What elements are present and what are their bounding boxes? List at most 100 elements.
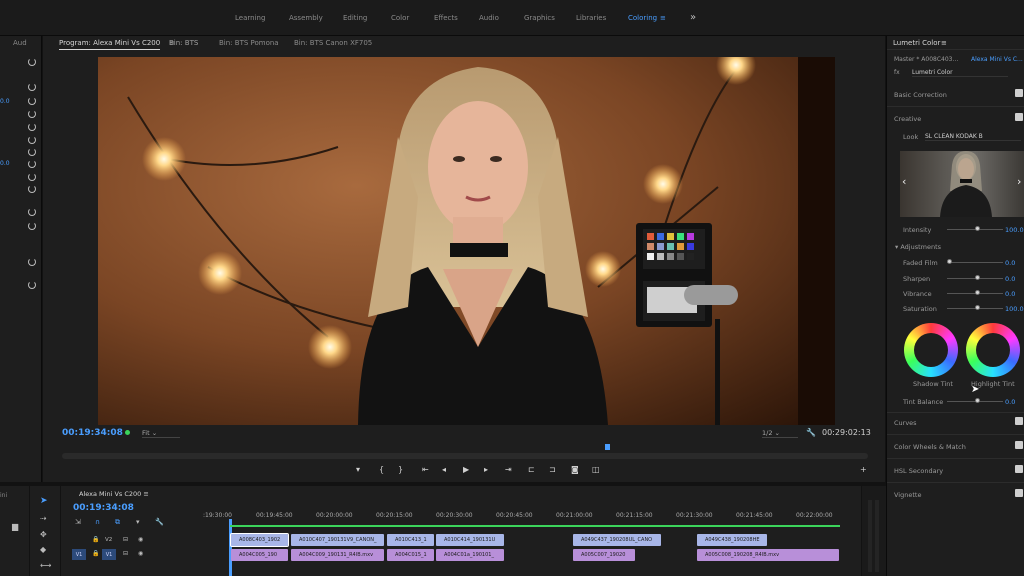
eye-icon[interactable]: ◉ <box>138 536 143 543</box>
tint-balance-value[interactable]: 0.0 <box>1005 398 1015 406</box>
reset-icon[interactable] <box>28 123 36 131</box>
current-timecode[interactable]: 00:19:34:08 <box>62 428 123 438</box>
reset-icon[interactable] <box>28 281 36 289</box>
wrench-icon[interactable]: 🔧 <box>806 428 816 437</box>
look-preview-thumbnail[interactable]: ‹ › <box>900 151 1024 217</box>
look-select[interactable]: SL CLEAN KODAK B <box>925 133 1021 141</box>
highlight-tint-wheel[interactable] <box>966 323 1020 377</box>
hsl-secondary-checkbox[interactable] <box>1015 465 1023 473</box>
sharpen-slider-knob[interactable] <box>975 275 980 280</box>
lumetri-menu-icon[interactable]: ≡ <box>941 39 947 47</box>
sync-lock-icon[interactable]: ⊟ <box>123 550 128 557</box>
lift-icon[interactable]: ⊏ <box>528 465 535 474</box>
clip-v2[interactable]: A010C407_190131V9_CANON_ <box>291 534 384 546</box>
selection-tool-icon[interactable]: ➤ <box>40 496 48 506</box>
vignette-header[interactable]: Vignette <box>894 491 921 499</box>
clip-v2[interactable]: A049C437_190208UL_CANO <box>573 534 661 546</box>
reset-icon[interactable] <box>28 83 36 91</box>
clip-v1[interactable]: A004C005_190 <box>231 549 288 561</box>
effect-select[interactable]: Lumetri Color <box>912 69 1008 77</box>
step-forward-icon[interactable]: ▸ <box>484 465 488 474</box>
creative-header[interactable]: Creative <box>894 115 921 123</box>
next-look-icon[interactable]: › <box>1017 175 1021 188</box>
sync-lock-icon[interactable]: ⊟ <box>123 536 128 543</box>
project-tab[interactable]: ini <box>0 492 7 499</box>
reset-icon[interactable] <box>28 58 36 66</box>
sequence-clip-label[interactable]: Alexa Mini Vs C... <box>971 56 1023 63</box>
add-marker-icon[interactable]: ▾ <box>136 518 140 526</box>
sharpen-value[interactable]: 0.0 <box>1005 275 1015 283</box>
go-to-in-icon[interactable]: ⇤ <box>422 465 429 474</box>
clip-v2[interactable]: A008C403_1902 <box>230 533 289 547</box>
go-to-out-icon[interactable]: ⇥ <box>505 465 512 474</box>
intensity-value[interactable]: 100.0 <box>1005 226 1024 234</box>
faded-film-value[interactable]: 0.0 <box>1005 259 1015 267</box>
vibrance-slider-knob[interactable] <box>975 290 980 295</box>
clip-v1[interactable]: A004C009_190131_R4IB.mxv <box>291 549 384 561</box>
clip-v1[interactable]: A004C015_1 <box>387 549 434 561</box>
faded-film-slider[interactable] <box>947 262 1003 263</box>
tab-bin-bts-canon[interactable]: Bin: BTS Canon XF705 <box>294 39 372 47</box>
workspace-color[interactable]: Color <box>391 14 409 22</box>
color-wheels-header[interactable]: Color Wheels & Match <box>894 443 966 451</box>
timeline-settings-icon[interactable]: 🔧 <box>155 518 164 526</box>
ripple-edit-icon[interactable]: ✥ <box>40 530 47 539</box>
resolution-select[interactable]: 1/2 ⌄ <box>762 429 798 438</box>
curves-checkbox[interactable] <box>1015 417 1023 425</box>
clip-v2[interactable]: A010C414_190131U <box>436 534 504 546</box>
creative-checkbox[interactable] <box>1015 113 1023 121</box>
linked-selection-icon[interactable]: ⧉ <box>115 518 120 527</box>
folder-icon[interactable]: ▆ <box>12 522 18 531</box>
more-workspaces-icon[interactable]: » <box>690 12 696 23</box>
reset-icon[interactable] <box>28 160 36 168</box>
reset-icon[interactable] <box>28 148 36 156</box>
workspace-audio[interactable]: Audio <box>479 14 499 22</box>
add-button-icon[interactable]: + <box>860 465 867 474</box>
monitor-scrub-bar[interactable] <box>62 453 868 459</box>
reset-icon[interactable] <box>28 97 36 105</box>
tab-bin-bts-pomona[interactable]: Bin: BTS Pomona <box>219 39 279 47</box>
timeline-sequence-tab[interactable]: Alexa Mini Vs C200 ≡ <box>79 490 149 498</box>
left-value-1[interactable]: 0.0 <box>0 98 10 105</box>
left-value-2[interactable]: 0.0 <box>0 160 10 167</box>
reset-icon[interactable] <box>28 136 36 144</box>
master-clip-label[interactable]: Master * A008C403... <box>894 56 958 63</box>
basic-correction-checkbox[interactable] <box>1015 89 1023 97</box>
timeline-playhead[interactable] <box>229 519 232 576</box>
zoom-select[interactable]: Fit ⌄ <box>142 429 180 438</box>
workspace-libraries[interactable]: Libraries <box>576 14 606 22</box>
workspace-coloring[interactable]: Coloring <box>628 14 657 22</box>
track-select-icon[interactable]: ⇢ <box>40 514 47 523</box>
playhead-marker[interactable] <box>605 444 610 450</box>
extract-icon[interactable]: ⊐ <box>549 465 556 474</box>
saturation-slider-knob[interactable] <box>975 305 980 310</box>
reset-icon[interactable] <box>28 185 36 193</box>
mark-out-icon[interactable]: } <box>398 465 403 474</box>
marker-icon[interactable]: ▾ <box>356 465 360 474</box>
tab-program[interactable]: Program: Alexa Mini Vs C200 <box>59 39 161 50</box>
clip-v1[interactable]: A005C008_190208_R4IB.mxv <box>697 549 839 561</box>
workspace-learning[interactable]: Learning <box>235 14 265 22</box>
compare-icon[interactable]: ◫ <box>592 465 600 474</box>
tint-balance-slider-knob[interactable] <box>975 398 980 403</box>
lock-icon[interactable]: 🔒 <box>92 536 99 543</box>
faded-film-slider-knob[interactable] <box>947 259 952 264</box>
step-back-icon[interactable]: ◂ <box>442 465 446 474</box>
workspace-editing[interactable]: Editing <box>343 14 367 22</box>
basic-correction-header[interactable]: Basic Correction <box>894 91 947 99</box>
workspace-assembly[interactable]: Assembly <box>289 14 323 22</box>
shadow-tint-wheel[interactable] <box>904 323 958 377</box>
source-v1-patch[interactable]: V1 <box>72 549 86 560</box>
snap-icon[interactable]: ∩ <box>95 518 100 526</box>
clip-v2[interactable]: A049C438_190208HE <box>697 534 767 546</box>
timeline-timecode[interactable]: 00:19:34:08 <box>73 503 134 513</box>
play-icon[interactable]: ▶ <box>463 465 469 474</box>
workspace-menu-icon[interactable]: ≡ <box>660 14 666 22</box>
slip-tool-icon[interactable]: ⟷ <box>40 561 51 570</box>
track-v1-label[interactable]: V1 <box>102 549 116 560</box>
clip-v1[interactable]: A004C01a_190101_ <box>436 549 504 561</box>
insert-tool-icon[interactable]: ⇲ <box>75 518 81 526</box>
hsl-secondary-header[interactable]: HSL Secondary <box>894 467 943 475</box>
audio-tab[interactable]: Aud <box>13 39 27 47</box>
reset-icon[interactable] <box>28 222 36 230</box>
